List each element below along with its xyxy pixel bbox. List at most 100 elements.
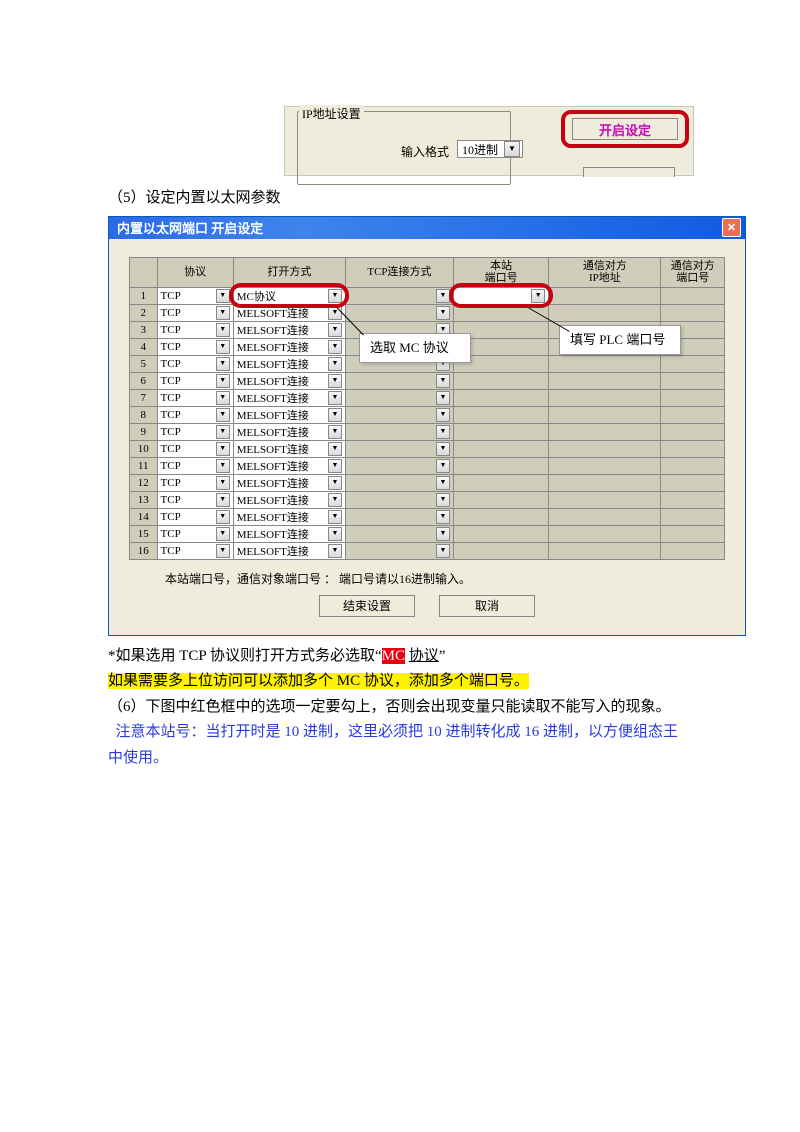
open-method-cell[interactable]: MELSOFT连接▼ <box>233 321 345 338</box>
local-port-cell[interactable] <box>453 440 548 457</box>
open-method-cell[interactable]: MC协议▼ <box>233 287 345 304</box>
table-row: 2TCP▼MELSOFT连接▼▼ <box>130 304 725 321</box>
row-number: 11 <box>130 457 158 474</box>
tcp-mode-cell: ▼ <box>345 304 453 321</box>
chevron-down-icon: ▼ <box>436 476 450 490</box>
note-tcp-mc: *如果选用 TCP 协议则打开方式务必选取“MC 协议” <box>108 644 692 670</box>
open-method-cell[interactable]: MELSOFT连接▼ <box>233 440 345 457</box>
cell-value: TCP <box>161 545 181 557</box>
open-method-cell[interactable]: MELSOFT连接▼ <box>233 508 345 525</box>
open-method-cell[interactable]: MELSOFT连接▼ <box>233 406 345 423</box>
chevron-down-icon: ▼ <box>436 493 450 507</box>
cell-value: MELSOFT连接 <box>237 322 309 338</box>
protocol-cell[interactable]: TCP ▼ <box>157 491 233 508</box>
local-port-cell[interactable] <box>453 406 548 423</box>
chevron-down-icon: ▼ <box>216 340 230 354</box>
local-port-cell[interactable] <box>453 304 548 321</box>
cell-value: TCP <box>161 511 181 523</box>
port-hint: 本站端口号，通信对象端口号 ： 端口号请以16进制输入。 <box>165 570 725 587</box>
protocol-cell[interactable]: TCP▼ <box>157 321 233 338</box>
local-port-cell[interactable] <box>453 525 548 542</box>
table-row: 16TCP▼MELSOFT连接▼▼ <box>130 542 725 559</box>
open-method-cell[interactable]: MELSOFT连接▼ <box>233 542 345 559</box>
peer-port-cell <box>661 355 725 372</box>
chevron-down-icon: ▼ <box>531 289 545 303</box>
chevron-down-icon: ▼ <box>328 544 342 558</box>
cell-value: MELSOFT连接 <box>237 390 309 406</box>
chevron-down-icon: ▼ <box>328 442 342 456</box>
input-format-select[interactable]: 10进制 ▼ <box>457 140 523 158</box>
chevron-down-icon: ▼ <box>436 425 450 439</box>
open-method-cell[interactable]: MELSOFT连接▼ <box>233 304 345 321</box>
open-method-cell[interactable]: MELSOFT连接▼ <box>233 474 345 491</box>
chevron-down-icon: ▼ <box>436 391 450 405</box>
open-method-cell[interactable]: MELSOFT连接▼ <box>233 457 345 474</box>
chevron-down-icon: ▼ <box>328 408 342 422</box>
cell-value: MELSOFT连接 <box>237 424 309 440</box>
tcp-mode-cell: ▼ <box>345 491 453 508</box>
tcp-mode-cell: ▼ <box>345 474 453 491</box>
local-port-cell[interactable] <box>453 474 548 491</box>
open-method-cell[interactable]: MELSOFT连接 ▼ <box>233 423 345 440</box>
peer-ip-cell <box>549 542 661 559</box>
peer-port-cell <box>661 525 725 542</box>
cell-value: MELSOFT连接 <box>237 356 309 372</box>
table-row: 12TCP▼MELSOFT连接▼▼ <box>130 474 725 491</box>
chevron-down-icon: ▼ <box>216 306 230 320</box>
protocol-cell[interactable]: TCP▼ <box>157 474 233 491</box>
local-port-cell[interactable] <box>453 457 548 474</box>
chevron-down-icon: ▼ <box>216 493 230 507</box>
protocol-cell[interactable]: TCP▼ <box>157 525 233 542</box>
open-method-cell[interactable]: MELSOFT连接▼ <box>233 491 345 508</box>
protocol-cell[interactable]: TCP▼ <box>157 406 233 423</box>
ip-settings-fragment: IP地址设置 输入格式 10进制 ▼ 开启设定 <box>284 106 694 176</box>
chevron-down-icon: ▼ <box>216 323 230 337</box>
local-port-cell[interactable] <box>453 508 548 525</box>
peer-ip-cell <box>549 457 661 474</box>
cancel-button[interactable]: 取消 <box>439 595 535 617</box>
protocol-cell[interactable]: TCP▼ <box>157 355 233 372</box>
peer-port-cell <box>661 474 725 491</box>
chevron-down-icon: ▼ <box>328 357 342 371</box>
protocol-cell[interactable]: TCP▼ <box>157 372 233 389</box>
cell-value: MELSOFT连接 <box>237 373 309 389</box>
port-settings-table: 协议打开方式TCP连接方式本站端口号通信对方IP地址通信对方端口号 1TCP▼M… <box>129 257 725 560</box>
protocol-cell[interactable]: TCP▼ <box>157 457 233 474</box>
chevron-down-icon: ▼ <box>328 425 342 439</box>
table-row: 1TCP▼MC协议▼▼▼ <box>130 287 725 304</box>
open-method-cell[interactable]: MELSOFT连接▼ <box>233 338 345 355</box>
chevron-down-icon: ▼ <box>328 391 342 405</box>
open-method-cell[interactable]: MELSOFT连接 ▼ <box>233 355 345 372</box>
open-method-cell[interactable]: MELSOFT连接▼ <box>233 525 345 542</box>
tcp-mode-cell: ▼ <box>345 525 453 542</box>
chevron-down-icon: ▼ <box>216 544 230 558</box>
end-settings-button[interactable]: 结束设置 <box>319 595 415 617</box>
protocol-cell[interactable]: TCP▼ <box>157 287 233 304</box>
local-port-cell[interactable] <box>453 491 548 508</box>
cell-value: TCP <box>161 392 181 404</box>
local-port-cell[interactable] <box>453 389 548 406</box>
peer-port-cell <box>661 389 725 406</box>
protocol-cell[interactable]: TCP▼ <box>157 389 233 406</box>
local-port-cell[interactable] <box>453 372 548 389</box>
protocol-cell[interactable]: TCP▼ <box>157 423 233 440</box>
local-port-cell[interactable]: ▼ <box>453 287 548 304</box>
table-row: 9TCP▼MELSOFT连接▼▼ <box>130 423 725 440</box>
protocol-cell[interactable]: TCP▼ <box>157 440 233 457</box>
protocol-cell[interactable]: TCP▼ <box>157 304 233 321</box>
open-settings-button[interactable]: 开启设定 <box>572 118 678 140</box>
local-port-cell[interactable] <box>453 423 548 440</box>
local-port-cell[interactable] <box>453 542 548 559</box>
col-header: 通信对方IP地址 <box>549 257 661 287</box>
cell-value: TCP <box>161 341 181 353</box>
chevron-down-icon: ▼ <box>216 459 230 473</box>
tcp-mode-cell: ▼ <box>345 457 453 474</box>
cell-value: TCP <box>161 494 181 506</box>
open-method-cell[interactable]: MELSOFT连接 ▼ <box>233 389 345 406</box>
open-method-cell[interactable]: MELSOFT连接▼ <box>233 372 345 389</box>
protocol-cell[interactable]: TCP▼ <box>157 508 233 525</box>
protocol-cell[interactable]: TCP ▼ <box>157 338 233 355</box>
close-icon[interactable]: ✕ <box>722 218 741 237</box>
peer-ip-cell <box>549 508 661 525</box>
protocol-cell[interactable]: TCP ▼ <box>157 542 233 559</box>
